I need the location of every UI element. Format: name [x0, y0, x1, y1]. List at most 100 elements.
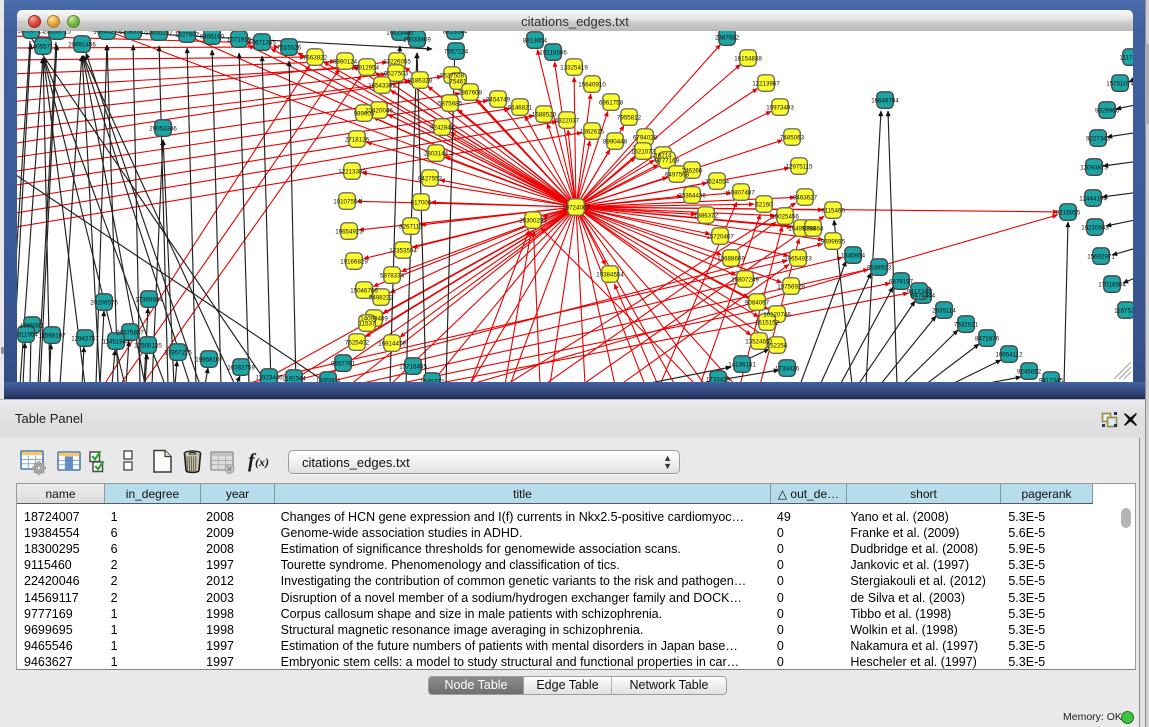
svg-text:252254: 252254	[767, 342, 788, 349]
svg-text:7386372: 7386372	[694, 212, 719, 219]
svg-text:15716485: 15716485	[399, 363, 427, 370]
svg-text:9777169: 9777169	[655, 157, 680, 164]
svg-text:14055712: 14055712	[29, 43, 57, 50]
svg-text:12942757: 12942757	[71, 335, 99, 342]
svg-text:12444194: 12444194	[1079, 195, 1107, 202]
svg-text:19654923: 19654923	[335, 228, 363, 235]
svg-text:9146821: 9146821	[508, 104, 533, 111]
svg-text:17359924: 17359924	[135, 296, 163, 303]
svg-text:8427552: 8427552	[418, 175, 443, 182]
svg-text:16210643: 16210643	[1081, 224, 1109, 231]
svg-text:9860124: 9860124	[333, 58, 358, 65]
svg-text:25300233: 25300233	[519, 217, 547, 224]
svg-text:9242848: 9242848	[430, 124, 455, 131]
svg-text:10973493: 10973493	[766, 104, 794, 111]
svg-text:15046766: 15046766	[350, 287, 378, 294]
svg-text:9412343: 9412343	[907, 288, 932, 295]
svg-text:14136141: 14136141	[728, 361, 756, 368]
svg-text:6322037: 6322037	[555, 117, 580, 124]
svg-text:12505135: 12505135	[134, 342, 162, 349]
svg-text:10944277: 10944277	[93, 31, 121, 35]
svg-text:18807249: 18807249	[731, 276, 759, 283]
svg-text:9527503: 9527503	[384, 70, 409, 77]
svg-text:7632621: 7632621	[954, 321, 979, 328]
svg-text:10654112: 10654112	[995, 351, 1023, 358]
svg-text:8215955: 8215955	[1056, 209, 1081, 216]
svg-text:10655287: 10655287	[145, 31, 173, 36]
svg-text:9463627: 9463627	[793, 194, 818, 201]
svg-text:10688609: 10688609	[717, 255, 745, 262]
svg-text:9699695: 9699695	[821, 238, 846, 245]
svg-text:1588520: 1588520	[532, 111, 557, 118]
svg-text:15640910: 15640910	[578, 81, 606, 88]
svg-text:8186328: 8186328	[408, 77, 433, 84]
svg-text:9084067: 9084067	[745, 299, 770, 306]
svg-text:15692971: 15692971	[1087, 253, 1115, 260]
svg-text:19958107: 19958107	[195, 356, 223, 363]
svg-text:9329966: 9329966	[1095, 107, 1120, 114]
svg-text:21083337: 21083337	[119, 31, 147, 35]
svg-text:8813044: 8813044	[443, 31, 468, 35]
svg-text:11537: 11537	[359, 320, 376, 327]
svg-text:16914479: 16914479	[378, 340, 406, 347]
svg-text:19384554: 19384554	[596, 271, 624, 278]
svg-text:16154838: 16154838	[734, 55, 762, 62]
svg-text:19756928: 19756928	[777, 283, 805, 290]
svg-text:13226055: 13226055	[383, 58, 411, 65]
svg-text:880464: 880464	[803, 225, 824, 232]
svg-text:16033809: 16033809	[403, 36, 431, 43]
svg-text:12213967: 12213967	[752, 80, 780, 87]
svg-text:15751074: 15751074	[1106, 80, 1133, 87]
svg-text:75461: 75461	[449, 78, 467, 85]
svg-text:29053346: 29053346	[149, 125, 177, 132]
svg-text:1192344: 1192344	[282, 375, 306, 382]
svg-text:2387682: 2387682	[715, 34, 740, 41]
svg-text:12975115: 12975115	[785, 163, 813, 170]
svg-text:9245652: 9245652	[1017, 368, 1042, 375]
svg-text:1733426: 1733426	[775, 365, 800, 372]
svg-text:7515526: 7515526	[277, 44, 302, 51]
svg-text:20975887: 20975887	[116, 329, 144, 336]
svg-text:16648784: 16648784	[871, 97, 899, 104]
svg-text:11923446: 11923446	[255, 374, 283, 381]
svg-text:10025456: 10025456	[771, 213, 799, 220]
svg-text:1621072: 1621072	[631, 148, 656, 155]
svg-text:7485063: 7485063	[780, 134, 805, 141]
svg-text:10120746: 10120746	[763, 311, 791, 318]
svg-text:817006: 817006	[411, 199, 432, 206]
svg-text:7357224: 7357224	[444, 48, 469, 55]
svg-text:8938923: 8938923	[867, 264, 892, 271]
svg-text:15720407: 15720407	[706, 233, 734, 240]
svg-text:6879197: 6879197	[889, 278, 914, 285]
svg-text:11568197: 11568197	[38, 332, 66, 339]
svg-text:12353594: 12353594	[389, 247, 417, 254]
svg-text:1640954: 1640954	[841, 252, 866, 259]
svg-text:3624554: 3624554	[705, 178, 730, 185]
svg-text:(x): (x)	[255, 455, 269, 469]
svg-text:1167530: 1167530	[1114, 307, 1133, 314]
svg-text:7663822: 7663822	[303, 54, 328, 61]
svg-text:9115460: 9115460	[821, 207, 845, 214]
svg-text:9227343: 9227343	[1086, 135, 1111, 142]
svg-text:13325419: 13325419	[560, 64, 588, 71]
svg-text:1527602: 1527602	[175, 31, 200, 38]
svg-text:10107554: 10107554	[333, 198, 361, 205]
svg-text:62160: 62160	[755, 201, 773, 208]
svg-text:7955812: 7955812	[617, 114, 642, 121]
svg-text:8454749: 8454749	[486, 96, 511, 103]
svg-text:6794028: 6794028	[633, 134, 658, 141]
svg-text:8267110: 8267110	[399, 223, 423, 230]
svg-text:17957225: 17957225	[164, 349, 192, 356]
svg-text:19166829: 19166829	[340, 258, 368, 265]
svg-text:12213389: 12213389	[338, 168, 366, 175]
svg-text:20206576: 20206576	[90, 299, 118, 306]
svg-text:20364436: 20364436	[678, 192, 706, 199]
svg-text:19724007: 19724007	[562, 204, 590, 211]
svg-text:10671355: 10671355	[248, 39, 276, 46]
svg-text:3911954: 3911954	[17, 331, 38, 338]
svg-text:20691406: 20691406	[68, 41, 96, 48]
svg-text:17016504: 17016504	[1098, 281, 1126, 288]
svg-text:5878334: 5878334	[380, 272, 405, 279]
svg-text:6466160: 6466160	[200, 33, 225, 40]
svg-text:5498222: 5498222	[369, 294, 394, 301]
